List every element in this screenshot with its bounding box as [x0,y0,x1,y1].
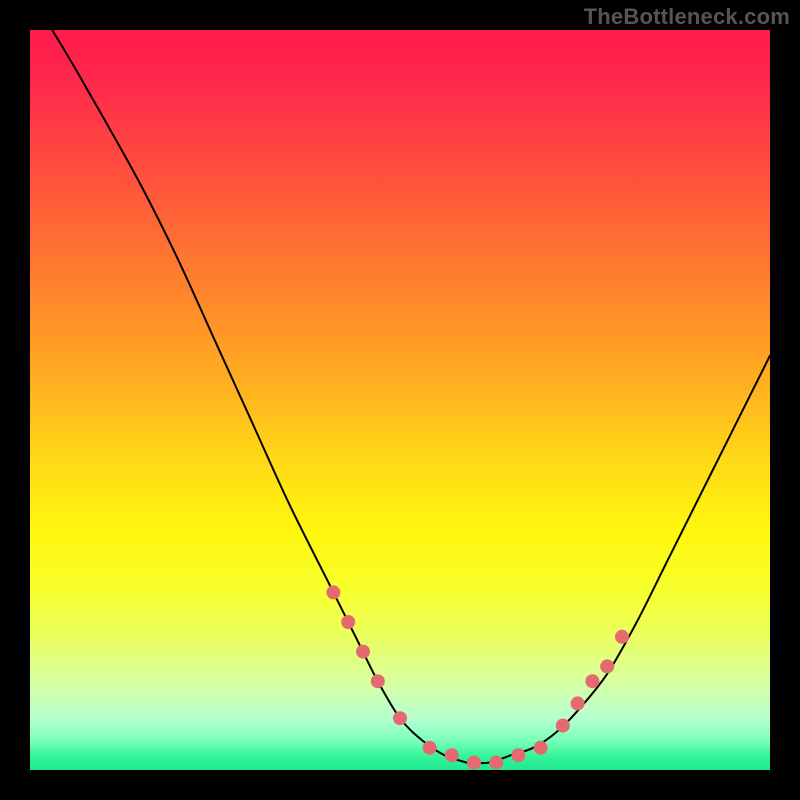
highlight-dot [423,741,437,755]
left-curve [52,30,466,763]
highlight-dot [571,696,585,710]
right-curve [467,356,770,764]
highlight-dot [585,674,599,688]
highlight-dot [341,615,355,629]
highlight-dot [534,741,548,755]
highlight-dot [393,711,407,725]
highlight-dot [556,719,570,733]
highlight-dots [326,585,629,769]
highlight-dot [511,748,525,762]
highlight-dot [371,674,385,688]
watermark-text: TheBottleneck.com [584,4,790,30]
highlight-dot [600,659,614,673]
chart-frame: TheBottleneck.com [0,0,800,800]
highlight-dot [489,756,503,770]
chart-svg [30,30,770,770]
highlight-dot [356,645,370,659]
highlight-dot [445,748,459,762]
highlight-dot [615,630,629,644]
highlight-dot [326,585,340,599]
highlight-dot [467,756,481,770]
